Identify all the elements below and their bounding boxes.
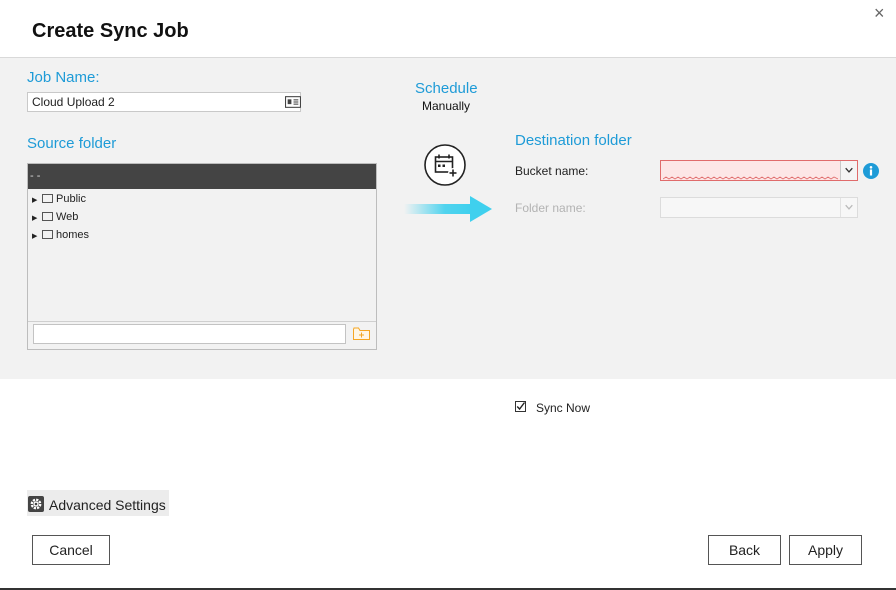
id-card-icon[interactable]	[285, 96, 301, 108]
job-name-label: Job Name:	[27, 69, 100, 86]
close-icon[interactable]: ×	[874, 4, 885, 22]
tree-item-homes[interactable]: ▶ homes	[32, 228, 89, 242]
job-name-input[interactable]: Cloud Upload 2	[27, 92, 301, 112]
tree-item-web[interactable]: ▶ Web	[32, 210, 78, 224]
tree-item-label: homes	[56, 229, 90, 241]
folder-icon	[42, 194, 53, 203]
back-button[interactable]: Back	[708, 535, 781, 565]
destination-folder-label: Destination folder	[515, 132, 632, 149]
folder-icon	[42, 230, 53, 239]
tree-item-label: Public	[56, 193, 86, 205]
validation-error-underline	[663, 176, 838, 180]
source-folder-label: Source folder	[27, 135, 117, 152]
sync-now-label[interactable]: Sync Now	[536, 401, 590, 415]
gear-icon	[28, 496, 44, 512]
info-icon[interactable]	[863, 163, 879, 179]
expand-triangle-icon[interactable]: ▶	[32, 230, 42, 244]
apply-button[interactable]: Apply	[789, 535, 862, 565]
calendar-add-icon[interactable]	[424, 144, 466, 186]
tree-footer-divider	[28, 321, 376, 322]
sync-direction-arrow-icon	[404, 196, 492, 222]
advanced-settings-button[interactable]: Advanced Settings	[27, 490, 169, 516]
bucket-name-label: Bucket name:	[515, 164, 589, 178]
expand-triangle-icon[interactable]: ▶	[32, 194, 42, 208]
folder-name-select[interactable]	[660, 197, 858, 218]
tree-item-public[interactable]: ▶ Public	[32, 192, 86, 206]
advanced-settings-label: Advanced Settings	[49, 497, 166, 513]
bucket-name-select[interactable]	[660, 160, 858, 181]
schedule-label: Schedule	[415, 80, 478, 97]
sync-now-checkbox[interactable]	[515, 401, 526, 412]
chevron-down-icon[interactable]	[840, 161, 857, 180]
source-folder-tree: - - ▶ Public ▶ Web ▶ homes	[27, 163, 377, 350]
folder-name-label: Folder name:	[515, 201, 586, 215]
chevron-down-icon[interactable]	[840, 198, 857, 217]
tree-item-label: Web	[56, 211, 79, 223]
cancel-button[interactable]: Cancel	[32, 535, 110, 565]
expand-triangle-icon[interactable]: ▶	[32, 212, 42, 226]
new-folder-icon[interactable]	[353, 327, 370, 340]
folder-icon	[42, 212, 53, 221]
folder-path-input[interactable]	[33, 324, 346, 344]
dialog-title: Create Sync Job	[32, 20, 189, 42]
schedule-value: Manually	[422, 99, 471, 113]
tree-header: - -	[28, 164, 376, 189]
